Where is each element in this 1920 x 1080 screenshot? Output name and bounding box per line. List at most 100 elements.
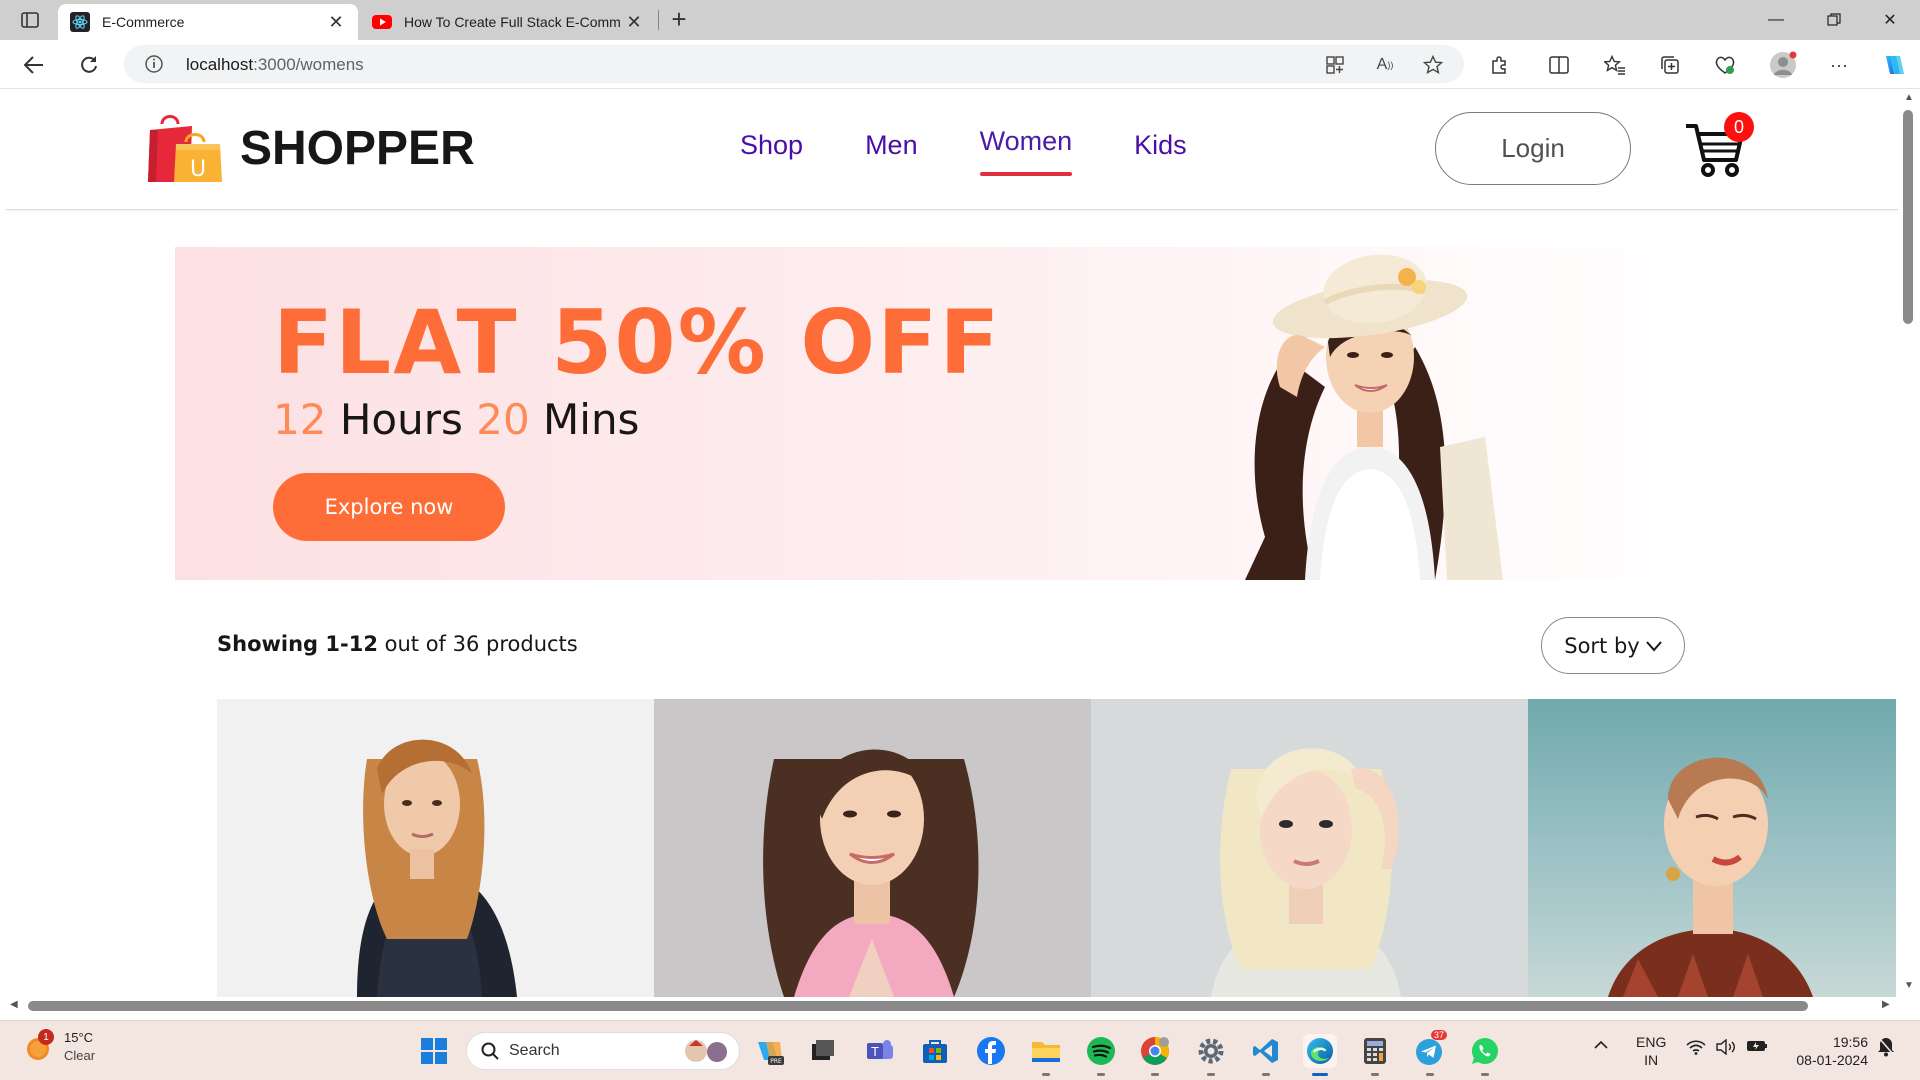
browser-tab-bar: E-Commerce ✕ How To Create Full Stack E-… (0, 0, 1920, 40)
calculator-icon[interactable] (1358, 1034, 1392, 1068)
favorites-icon[interactable] (1602, 52, 1628, 78)
product-card[interactable] (1528, 699, 1896, 997)
tab-ecommerce[interactable]: E-Commerce ✕ (58, 4, 358, 40)
product-image (1608, 757, 1813, 997)
favorite-star-icon[interactable] (1422, 54, 1444, 76)
product-card[interactable] (1091, 699, 1528, 997)
task-view-icon[interactable] (806, 1034, 840, 1068)
scroll-left-icon[interactable]: ◀ (10, 999, 18, 1010)
microsoft-store-icon[interactable] (918, 1034, 952, 1068)
horizontal-scroll-thumb[interactable] (28, 1001, 1808, 1011)
close-tab-icon[interactable]: ✕ (326, 12, 346, 33)
weather-sun-icon: 1 (24, 1029, 56, 1063)
menu-label: Men (865, 130, 918, 160)
timer-hours-label: Hours (339, 395, 463, 444)
language-code: ENG (1636, 1034, 1667, 1050)
shopping-bag-logo-icon: U (148, 115, 222, 182)
site-logo[interactable]: U SHOPPER (146, 112, 475, 184)
taskbar-clock[interactable]: 19:56 08-01-2024 (1784, 1033, 1868, 1069)
notification-bell-icon[interactable] (1876, 1035, 1896, 1060)
scroll-down-icon[interactable]: ▼ (1903, 980, 1915, 991)
vscode-icon[interactable] (1249, 1034, 1283, 1068)
tab-actions-button[interactable] (12, 8, 48, 32)
refresh-icon[interactable] (72, 48, 106, 82)
taskbar-search[interactable]: Search (466, 1032, 740, 1070)
timer-hours: 12 (273, 395, 327, 444)
banner-model-image (1245, 254, 1503, 580)
weather-badge: 1 (38, 1029, 54, 1045)
more-options-icon[interactable]: ··· (1826, 52, 1852, 78)
site-info-icon[interactable] (144, 54, 164, 74)
new-tab-icon[interactable]: + (665, 6, 693, 34)
whatsapp-icon[interactable] (1468, 1034, 1502, 1068)
edge-icon[interactable] (1303, 1034, 1337, 1068)
menu-item-shop[interactable]: Shop (740, 130, 803, 180)
menu-item-women[interactable]: Women (979, 126, 1073, 176)
product-count-bold: Showing 1-12 (217, 632, 378, 656)
explore-now-button[interactable]: Explore now (273, 473, 505, 541)
minimize-icon[interactable]: — (1748, 0, 1804, 40)
close-window-icon[interactable]: ✕ (1862, 0, 1918, 40)
search-label: Search (509, 1042, 560, 1059)
svg-text:T: T (870, 1045, 879, 1059)
vertical-scrollbar[interactable]: ▲ ▼ (1898, 90, 1920, 997)
show-hidden-icons-chevron-icon[interactable] (1594, 1037, 1608, 1053)
settings-gear-icon[interactable] (1194, 1034, 1228, 1068)
scroll-up-icon[interactable]: ▲ (1903, 92, 1915, 103)
browser-essentials-icon[interactable] (1712, 52, 1738, 78)
vertical-scroll-thumb[interactable] (1903, 110, 1913, 324)
region-code: IN (1644, 1052, 1659, 1068)
tab-actions-icon (21, 12, 39, 28)
running-indicator (1042, 1073, 1050, 1076)
file-explorer-icon[interactable] (1029, 1034, 1063, 1068)
restore-icon[interactable] (1806, 0, 1862, 40)
search-icon (481, 1042, 499, 1060)
scroll-right-icon[interactable]: ▶ (1882, 999, 1890, 1010)
copilot-preview-icon[interactable]: PRE (752, 1034, 786, 1068)
menu-item-men[interactable]: Men (865, 130, 918, 180)
collections-icon[interactable] (1657, 52, 1683, 78)
facebook-icon[interactable] (974, 1034, 1008, 1068)
horizontal-scrollbar[interactable]: ◀ ▶ (6, 997, 1898, 1015)
windows-start-icon[interactable] (417, 1034, 451, 1068)
battery-icon[interactable] (1746, 1039, 1768, 1056)
product-card[interactable] (654, 699, 1091, 997)
product-card[interactable] (217, 699, 654, 997)
weather-widget[interactable]: 1 15°C Clear (24, 1029, 95, 1065)
tab-separator (658, 10, 659, 30)
chrome-icon[interactable] (1138, 1034, 1172, 1068)
clock-date: 08-01-2024 (1796, 1052, 1868, 1068)
app-available-icon[interactable] (1324, 54, 1346, 76)
language-indicator[interactable]: ENG IN (1636, 1033, 1666, 1069)
sort-by-button[interactable]: Sort by (1541, 617, 1685, 674)
product-count-rest: out of 36 products (377, 632, 578, 656)
profile-avatar-icon[interactable] (1768, 50, 1798, 80)
menu-item-kids[interactable]: Kids (1134, 130, 1187, 180)
copilot-icon[interactable] (1880, 52, 1906, 78)
telegram-badge: 37 (1431, 1030, 1448, 1040)
page-viewport: U SHOPPER Shop Men Women Kids Login 0 FL… (6, 90, 1898, 997)
tab-title: How To Create Full Stack E-Comm (404, 14, 621, 30)
product-image (357, 739, 517, 997)
address-bar[interactable]: localhost:3000/womens A)) (124, 45, 1464, 83)
extensions-icon[interactable] (1486, 52, 1512, 78)
svg-text:PRE: PRE (770, 1058, 782, 1065)
running-indicator (1207, 1073, 1215, 1076)
spotify-icon[interactable] (1084, 1034, 1118, 1068)
split-screen-icon[interactable] (1546, 52, 1572, 78)
windows-taskbar: 1 15°C Clear Search PRE T 37 ENG IN 19:5… (0, 1020, 1920, 1080)
read-aloud-icon[interactable]: A)) (1374, 54, 1396, 76)
tab-youtube[interactable]: How To Create Full Stack E-Comm ✕ (360, 4, 656, 40)
back-icon[interactable] (17, 48, 51, 82)
menu-label: Women (979, 126, 1073, 156)
weather-condition: Clear (64, 1048, 96, 1063)
login-button[interactable]: Login (1435, 112, 1631, 185)
wifi-icon[interactable] (1686, 1039, 1706, 1058)
close-tab-icon[interactable]: ✕ (624, 12, 644, 33)
site-header: U SHOPPER Shop Men Women Kids Login 0 (6, 90, 1898, 210)
sort-label: Sort by (1564, 633, 1640, 658)
main-menu: Shop Men Women Kids (740, 126, 1249, 180)
telegram-icon[interactable]: 37 (1413, 1030, 1448, 1068)
teams-icon[interactable]: T (863, 1034, 897, 1068)
volume-icon[interactable] (1716, 1038, 1738, 1058)
